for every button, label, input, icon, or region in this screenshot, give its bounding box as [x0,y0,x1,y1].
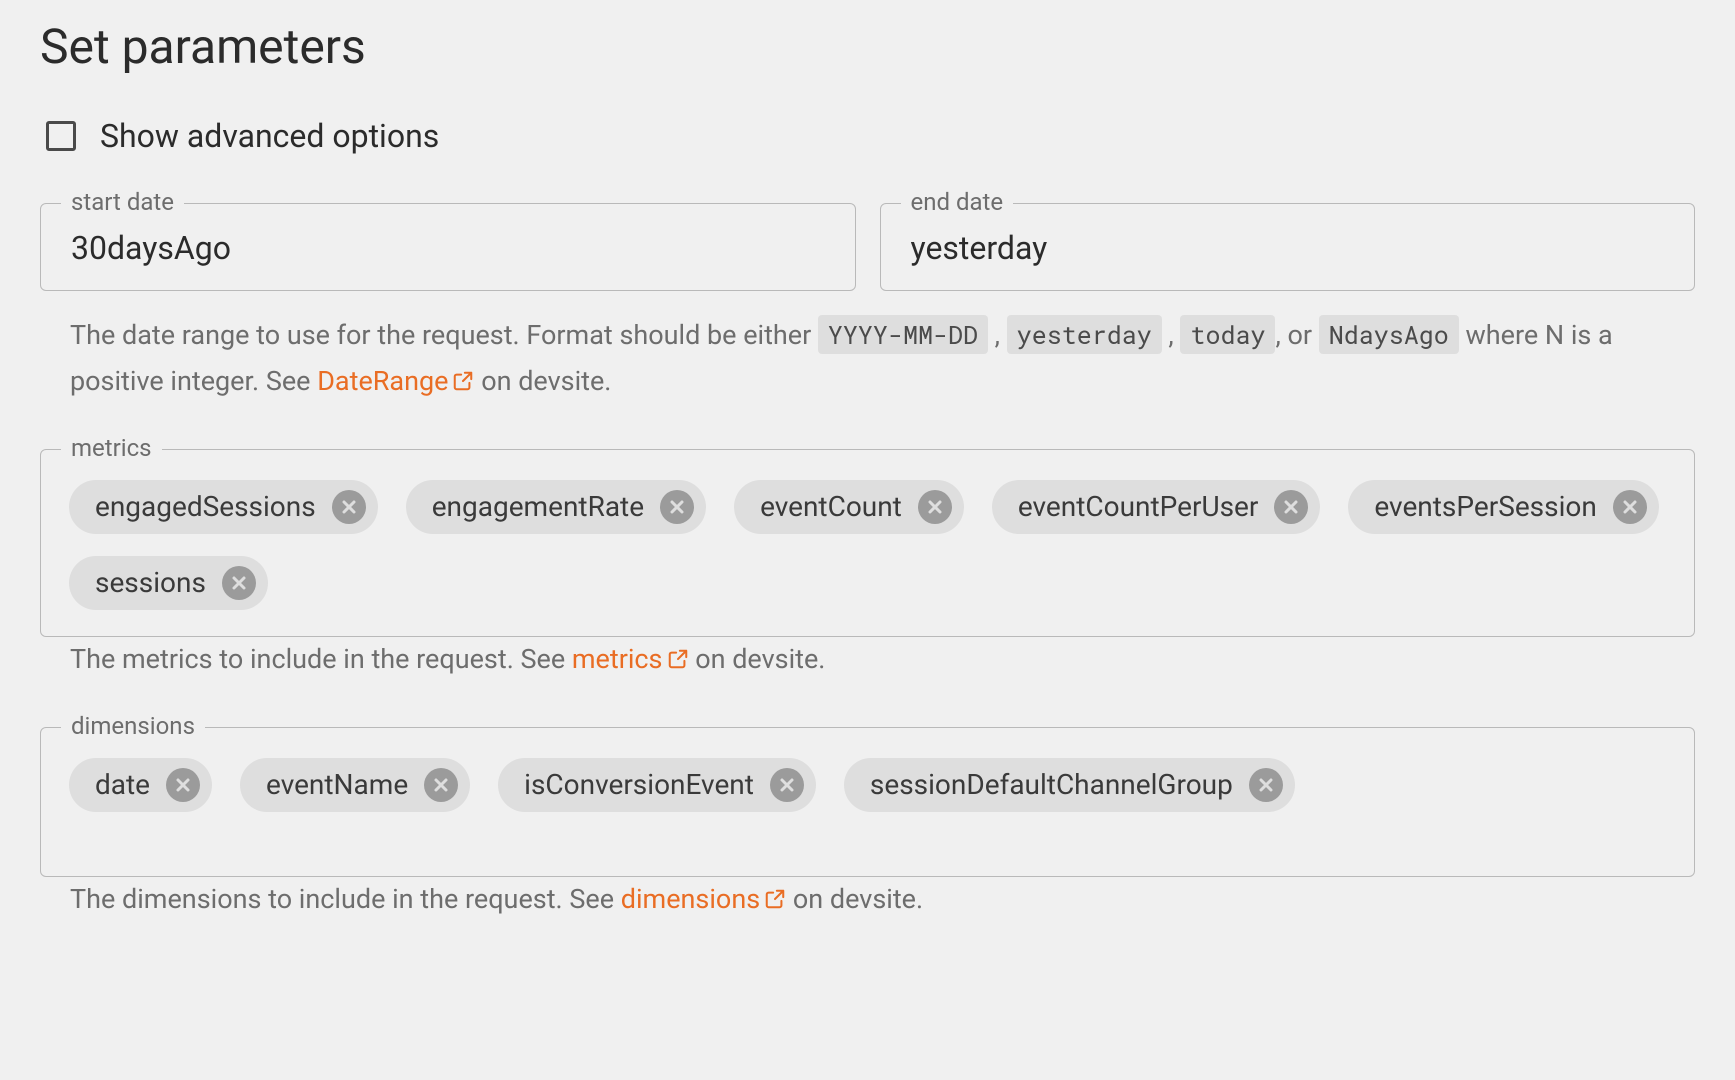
start-date-label: start date [61,188,184,216]
start-date-field[interactable]: start date [40,203,856,291]
dimensions-chip[interactable]: sessionDefaultChannelGroup [844,758,1295,812]
dimensions-chip-list: date eventName isConversionEvent sessionDef… [69,758,1666,812]
dimensions-link[interactable]: dimensions [621,883,786,915]
advanced-options-checkbox[interactable] [46,121,76,151]
dimensions-chip[interactable]: eventName [240,758,470,812]
advanced-options-label: Show advanced options [100,117,439,155]
chip-label: engagementRate [432,490,644,523]
close-icon[interactable] [1613,490,1647,524]
metrics-chip[interactable]: eventsPerSession [1348,480,1658,534]
chip-label: eventName [266,768,408,801]
chip-label: eventsPerSession [1374,490,1596,523]
dimensions-chip[interactable]: date [69,758,212,812]
close-icon[interactable] [770,768,804,802]
dimensions-helper: The dimensions to include in the request… [70,877,1695,925]
set-parameters-panel: Set parameters Show advanced options sta… [0,0,1735,965]
external-link-icon [452,361,474,407]
helper-text: The dimensions to include in the request… [70,883,621,915]
chip-label: sessions [95,566,206,599]
metrics-chip[interactable]: eventCount [734,480,964,534]
code-chip: yesterday [1007,315,1162,354]
metrics-helper: The metrics to include in the request. S… [70,637,1695,685]
chip-label: engagedSessions [95,490,316,523]
metrics-label: metrics [61,434,162,462]
helper-text: , or [1275,319,1318,351]
close-icon[interactable] [222,566,256,600]
end-date-field[interactable]: end date [880,203,1696,291]
start-date-input[interactable] [69,228,827,268]
helper-sep: , [988,319,1007,351]
helper-text: on devsite. [695,643,825,675]
helper-sep: , [1162,319,1181,351]
helper-text: The metrics to include in the request. S… [70,643,572,675]
metrics-chip[interactable]: engagementRate [406,480,706,534]
chip-label: date [95,768,150,801]
code-chip: YYYY-MM-DD [818,315,988,354]
close-icon[interactable] [660,490,694,524]
metrics-chip[interactable]: eventCountPerUser [992,480,1321,534]
close-icon[interactable] [918,490,952,524]
metrics-link[interactable]: metrics [572,643,689,675]
advanced-options-row: Show advanced options [46,117,1695,155]
metrics-chip[interactable]: engagedSessions [69,480,378,534]
dimensions-field[interactable]: dimensions dateeventNameisConversionEven… [40,727,1695,877]
helper-text: The date range to use for the request. F… [70,319,818,351]
code-chip: today [1180,315,1275,354]
close-icon[interactable] [1249,768,1283,802]
chip-label: isConversionEvent [524,768,754,801]
close-icon[interactable] [424,768,458,802]
metrics-chip-list: engagedSessions engagementRate eventCount e… [69,480,1666,610]
chip-label: eventCountPerUser [1018,490,1259,523]
date-range-row: start date end date [40,203,1695,291]
code-chip: NdaysAgo [1319,315,1459,354]
close-icon[interactable] [1274,490,1308,524]
external-link-icon [667,639,689,685]
date-range-link[interactable]: DateRange [317,365,474,397]
helper-text: on devsite. [793,883,923,915]
metrics-field[interactable]: metrics engagedSessionsengagementRateeve… [40,449,1695,637]
helper-text: on devsite. [481,365,611,397]
chip-label: eventCount [760,490,902,523]
page-title: Set parameters [40,18,1695,75]
end-date-input[interactable] [909,228,1667,268]
end-date-label: end date [901,188,1014,216]
dimensions-chip[interactable]: isConversionEvent [498,758,816,812]
close-icon[interactable] [332,490,366,524]
dimensions-label: dimensions [61,712,205,740]
metrics-chip[interactable]: sessions [69,556,268,610]
external-link-icon [764,879,786,925]
chip-label: sessionDefaultChannelGroup [870,768,1233,801]
close-icon[interactable] [166,768,200,802]
date-range-helper: The date range to use for the request. F… [70,313,1695,407]
